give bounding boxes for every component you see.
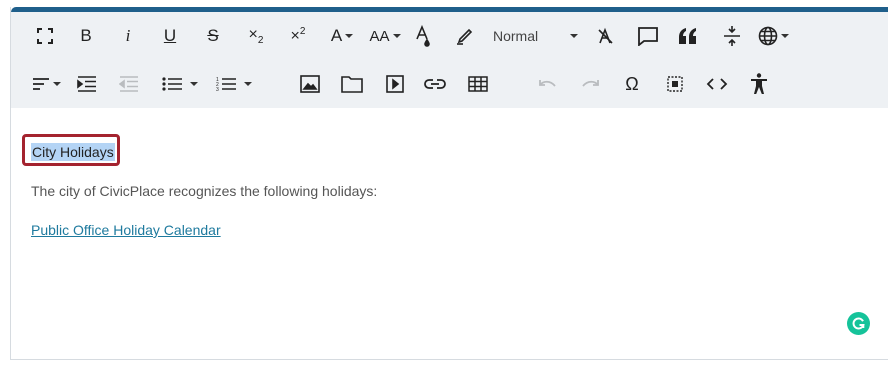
underline-button[interactable]: U bbox=[158, 20, 182, 52]
insert-image-icon[interactable] bbox=[298, 68, 322, 100]
special-characters-icon[interactable]: Ω bbox=[620, 68, 644, 100]
paragraph-style-value: Normal bbox=[493, 28, 539, 44]
redo-icon[interactable] bbox=[578, 68, 602, 100]
strikethrough-button[interactable]: S bbox=[201, 20, 225, 52]
superscript-icon: ×2 bbox=[290, 26, 306, 45]
chevron-down-icon bbox=[345, 34, 354, 38]
superscript-button[interactable]: ×2 bbox=[285, 20, 311, 52]
chevron-down-icon bbox=[52, 82, 61, 86]
underline-label: U bbox=[163, 26, 177, 45]
bold-label: B bbox=[80, 26, 92, 45]
subscript-button[interactable]: ×2 bbox=[243, 20, 269, 52]
font-size-button[interactable]: AA bbox=[365, 20, 405, 52]
comment-icon[interactable] bbox=[635, 20, 661, 52]
paragraph-style-select[interactable]: Normal bbox=[493, 20, 585, 52]
language-globe-icon[interactable] bbox=[756, 20, 790, 52]
indent-increase-icon[interactable] bbox=[75, 68, 99, 100]
page-break-icon[interactable] bbox=[720, 20, 744, 52]
select-all-icon[interactable] bbox=[663, 68, 687, 100]
bold-button[interactable]: B bbox=[74, 20, 98, 52]
insert-link-icon[interactable] bbox=[422, 68, 448, 100]
chevron-down-icon bbox=[570, 34, 579, 38]
numbered-list-button[interactable]: 123 bbox=[213, 68, 255, 100]
italic-button[interactable]: i bbox=[118, 20, 138, 52]
grammarly-icon[interactable] bbox=[847, 312, 870, 335]
strikethrough-label: S bbox=[207, 26, 219, 45]
undo-icon[interactable] bbox=[536, 68, 560, 100]
omega-label: Ω bbox=[625, 73, 639, 94]
editor-toolbar: B i U S ×2 ×2 A AA Normal 1 2 3 Ω bbox=[11, 12, 888, 108]
indent-decrease-icon[interactable] bbox=[117, 68, 141, 100]
source-code-icon[interactable] bbox=[704, 68, 730, 100]
editor-content-area[interactable]: City Holidays The city of CivicPlace rec… bbox=[11, 108, 888, 359]
font-color-label: A bbox=[330, 26, 343, 45]
font-color-button[interactable]: A bbox=[327, 20, 357, 52]
chevron-down-icon bbox=[780, 34, 789, 38]
body-paragraph[interactable]: The city of CivicPlace recognizes the fo… bbox=[31, 182, 377, 200]
blockquote-icon[interactable] bbox=[676, 20, 700, 52]
highlighter-icon[interactable] bbox=[453, 20, 477, 52]
font-size-label: AA bbox=[369, 27, 390, 45]
fullscreen-icon[interactable] bbox=[33, 20, 57, 52]
toolbar-row-2: 123 Ω bbox=[11, 64, 888, 104]
background-color-button[interactable] bbox=[413, 20, 433, 52]
holiday-calendar-link[interactable]: Public Office Holiday Calendar bbox=[31, 221, 221, 239]
insert-table-icon[interactable] bbox=[465, 68, 491, 100]
svg-text:3: 3 bbox=[216, 87, 219, 92]
page-heading[interactable]: City Holidays bbox=[31, 143, 115, 161]
clear-formatting-icon[interactable] bbox=[593, 20, 617, 52]
chevron-down-icon bbox=[190, 82, 198, 86]
align-dropdown[interactable] bbox=[28, 68, 64, 100]
chevron-down-icon bbox=[244, 82, 252, 86]
insert-media-icon[interactable] bbox=[383, 68, 407, 100]
rich-text-editor: B i U S ×2 ×2 A AA Normal 1 2 3 Ω City H… bbox=[10, 7, 888, 360]
italic-label: i bbox=[125, 26, 131, 45]
insert-folder-icon[interactable] bbox=[339, 68, 365, 100]
toolbar-row-1: B i U S ×2 ×2 A AA Normal bbox=[11, 16, 888, 56]
subscript-icon: ×2 bbox=[248, 25, 264, 47]
chevron-down-icon bbox=[392, 34, 401, 38]
accessibility-icon[interactable] bbox=[747, 68, 771, 100]
bulleted-list-button[interactable] bbox=[159, 68, 201, 100]
